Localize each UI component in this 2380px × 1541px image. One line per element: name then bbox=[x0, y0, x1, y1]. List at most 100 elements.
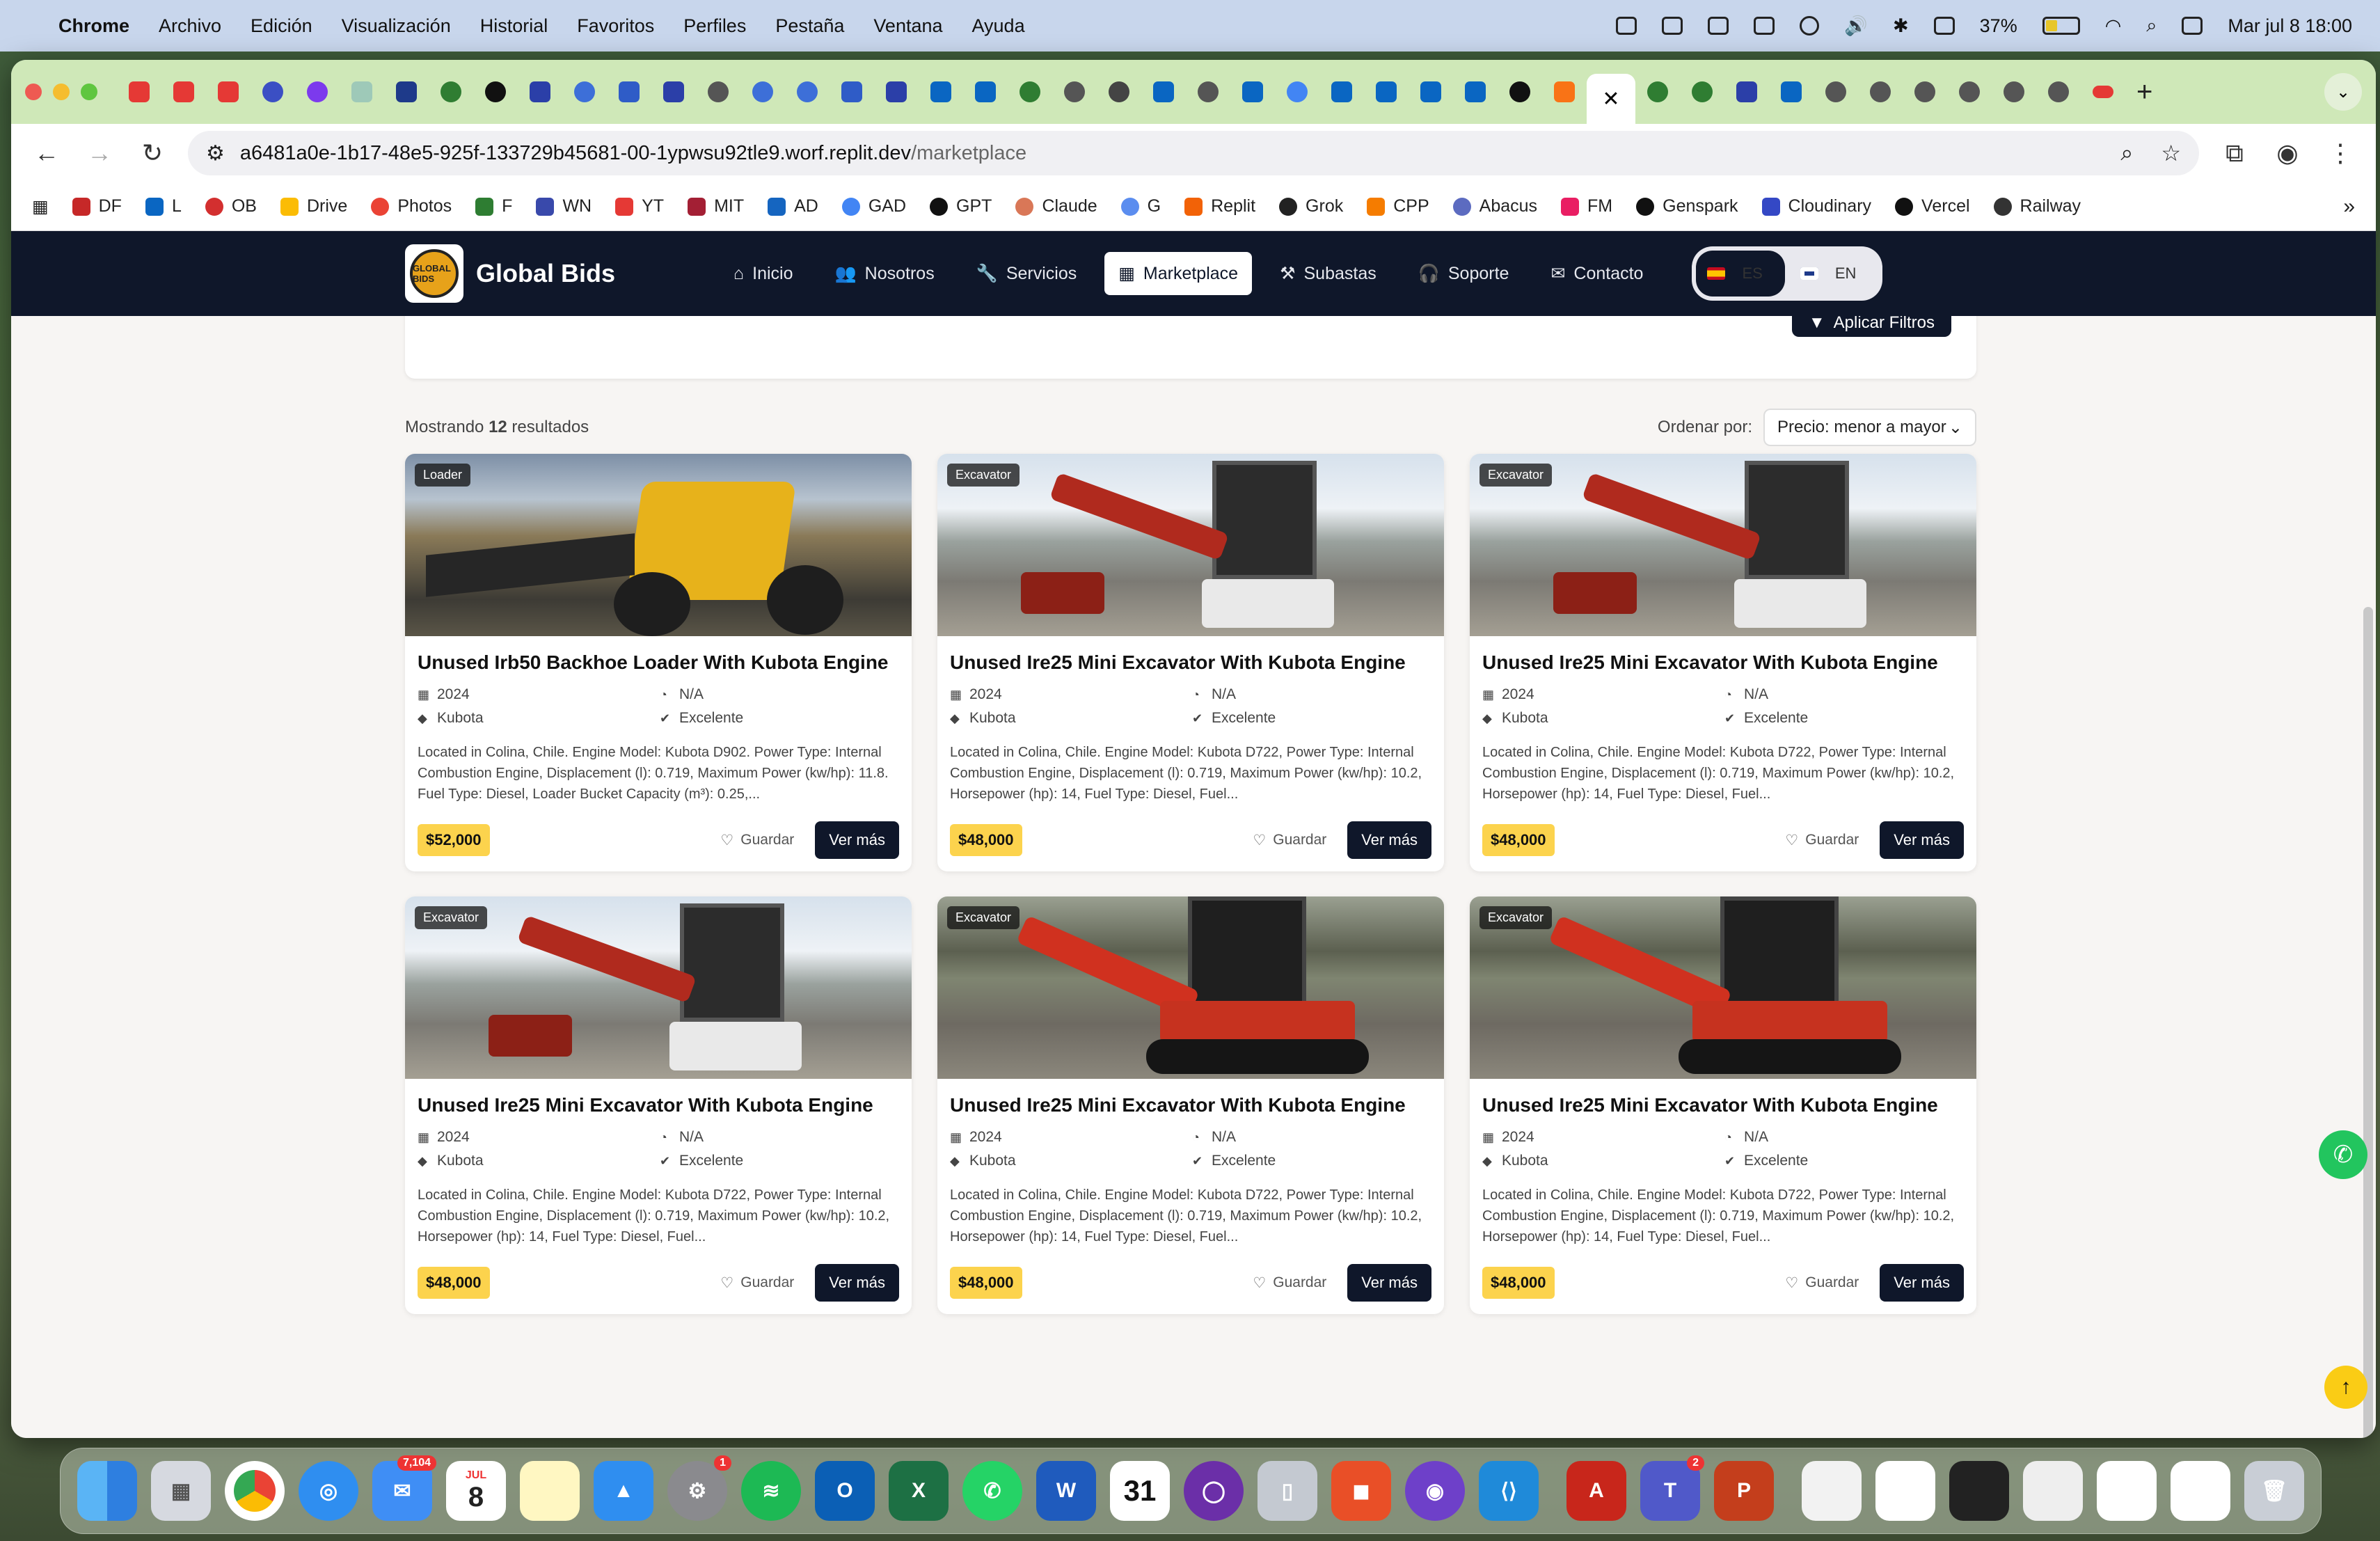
bookmark-g[interactable]: G bbox=[1120, 196, 1161, 216]
bluetooth-icon[interactable]: ✱ bbox=[1893, 15, 1909, 37]
browser-tab[interactable] bbox=[251, 72, 295, 111]
browser-tab[interactable] bbox=[295, 72, 340, 111]
product-image[interactable]: Loader bbox=[405, 454, 912, 636]
product-title[interactable]: Unused Ire25 Mini Excavator With Kubota … bbox=[418, 1094, 899, 1116]
bookmark-claude[interactable]: Claude bbox=[1015, 196, 1097, 216]
bookmark-ad[interactable]: AD bbox=[768, 196, 818, 216]
menu-ayuda[interactable]: Ayuda bbox=[972, 15, 1025, 37]
play-icon[interactable] bbox=[1800, 16, 1820, 35]
word-icon[interactable]: W bbox=[1036, 1461, 1096, 1521]
browser-tab[interactable] bbox=[1903, 72, 1947, 111]
view-more-button[interactable]: Ver más bbox=[1880, 821, 1964, 859]
page-scrollbar[interactable] bbox=[2363, 607, 2373, 1438]
save-button[interactable]: ♡ Guardar bbox=[720, 832, 794, 849]
browser-tab[interactable] bbox=[1542, 72, 1587, 111]
menu-edicion[interactable]: Edición bbox=[251, 15, 312, 37]
product-title[interactable]: Unused Irb50 Backhoe Loader With Kubota … bbox=[418, 651, 899, 674]
bookmark-photos[interactable]: Photos bbox=[371, 196, 452, 216]
sort-select[interactable]: Precio: menor a mayor ⌄ bbox=[1763, 409, 1976, 446]
bookmark-yt[interactable]: YT bbox=[615, 196, 664, 216]
spotify-icon[interactable]: ≋ bbox=[741, 1461, 801, 1521]
menu-archivo[interactable]: Archivo bbox=[159, 15, 221, 37]
product-card[interactable]: Excavator Unused Ire25 Mini Excavator Wi… bbox=[937, 896, 1444, 1314]
browser-tab[interactable] bbox=[1724, 72, 1769, 111]
browser-tab[interactable] bbox=[1230, 72, 1275, 111]
tab-search-button[interactable]: ⌄ bbox=[2324, 73, 2362, 111]
nav-contacto[interactable]: ✉ Contacto bbox=[1537, 252, 1657, 295]
browser-tab[interactable] bbox=[1498, 72, 1542, 111]
status-app-icon[interactable] bbox=[1662, 17, 1683, 35]
browser-tab[interactable] bbox=[874, 72, 919, 111]
browser-tab[interactable] bbox=[1453, 72, 1498, 111]
browser-tab[interactable] bbox=[1052, 72, 1097, 111]
nav-soporte[interactable]: 🎧 Soporte bbox=[1404, 253, 1523, 295]
browser-tab[interactable] bbox=[1680, 72, 1724, 111]
bookmark-df[interactable]: DF bbox=[72, 196, 122, 216]
minimized-window-icon[interactable] bbox=[2171, 1461, 2230, 1521]
browser-tab[interactable] bbox=[1141, 72, 1186, 111]
bookmark-drive[interactable]: Drive bbox=[280, 196, 347, 216]
browser-tab[interactable] bbox=[1635, 72, 1680, 111]
iphone-mirroring-icon[interactable]: ▯ bbox=[1258, 1461, 1317, 1521]
product-image[interactable]: Excavator bbox=[937, 896, 1444, 1079]
vscode-icon[interactable]: ⟨⟩ bbox=[1479, 1461, 1539, 1521]
bookmark-abacus[interactable]: Abacus bbox=[1452, 196, 1537, 216]
status-app-icon[interactable] bbox=[1754, 17, 1775, 35]
minimized-window-icon[interactable] bbox=[1875, 1461, 1935, 1521]
maximize-window-button[interactable] bbox=[81, 84, 97, 100]
save-button[interactable]: ♡ Guardar bbox=[1253, 832, 1326, 849]
product-image[interactable]: Excavator bbox=[1470, 896, 1976, 1079]
minimized-terminal-icon[interactable] bbox=[1949, 1461, 2009, 1521]
menu-visualizacion[interactable]: Visualización bbox=[342, 15, 451, 37]
brand[interactable]: GLOBAL BIDS Global Bids bbox=[405, 244, 615, 303]
menu-favoritos[interactable]: Favoritos bbox=[577, 15, 654, 37]
browser-tab[interactable] bbox=[1858, 72, 1903, 111]
browser-tab[interactable] bbox=[1947, 72, 1992, 111]
screen-recorder-icon[interactable]: ◯ bbox=[1184, 1461, 1244, 1521]
address-bar[interactable]: ⚙ a6481a0e-1b17-48e5-925f-133729b45681-0… bbox=[188, 131, 2199, 175]
product-title[interactable]: Unused Ire25 Mini Excavator With Kubota … bbox=[950, 1094, 1431, 1116]
browser-tab[interactable] bbox=[830, 72, 874, 111]
bookmark-fm[interactable]: FM bbox=[1561, 196, 1612, 216]
zoom-icon[interactable]: ⌕ bbox=[2120, 140, 2133, 166]
browser-tab[interactable] bbox=[1097, 72, 1141, 111]
new-tab-button[interactable]: + bbox=[2136, 77, 2152, 108]
wifi-icon[interactable]: ◠ bbox=[2105, 15, 2122, 37]
view-more-button[interactable]: Ver más bbox=[1880, 1264, 1964, 1302]
menu-app-name[interactable]: Chrome bbox=[58, 15, 129, 37]
clock[interactable]: Mar jul 8 18:00 bbox=[2228, 15, 2352, 37]
view-more-button[interactable]: Ver más bbox=[815, 1264, 899, 1302]
bookmark-replit[interactable]: Replit bbox=[1184, 196, 1255, 216]
view-more-button[interactable]: Ver más bbox=[1347, 1264, 1431, 1302]
keynote-icon[interactable]: ▲ bbox=[594, 1461, 653, 1521]
bookmark-wn[interactable]: WN bbox=[536, 196, 592, 216]
product-title[interactable]: Unused Ire25 Mini Excavator With Kubota … bbox=[1482, 1094, 1964, 1116]
status-app-icon[interactable] bbox=[1616, 17, 1637, 35]
browser-tab[interactable] bbox=[740, 72, 785, 111]
product-image[interactable]: Excavator bbox=[1470, 454, 1976, 636]
apps-grid-icon[interactable]: ▦ bbox=[32, 196, 49, 217]
scroll-top-button[interactable]: ↑ bbox=[2324, 1366, 2367, 1409]
product-card[interactable]: Excavator Unused Ire25 Mini Excavator Wi… bbox=[405, 896, 912, 1314]
browser-tab[interactable] bbox=[2036, 72, 2081, 111]
product-card[interactable]: Excavator Unused Ire25 Mini Excavator Wi… bbox=[1470, 454, 1976, 871]
browser-tab[interactable] bbox=[963, 72, 1008, 111]
battery-icon[interactable] bbox=[2042, 17, 2080, 35]
browser-tab[interactable] bbox=[607, 72, 651, 111]
browser-tab[interactable] bbox=[1008, 72, 1052, 111]
nav-servicios[interactable]: 🔧 Servicios bbox=[962, 253, 1091, 295]
more-bookmarks-icon[interactable]: » bbox=[2343, 195, 2355, 219]
outlook-icon[interactable]: O bbox=[815, 1461, 875, 1521]
calendar31-icon[interactable]: 31 bbox=[1110, 1461, 1170, 1521]
browser-tab[interactable] bbox=[919, 72, 963, 111]
whatsapp-button[interactable]: ✆ bbox=[2319, 1130, 2367, 1179]
nav-nosotros[interactable]: 👥 Nosotros bbox=[821, 253, 949, 295]
back-icon[interactable]: ← bbox=[29, 139, 64, 168]
app-icon[interactable]: ◼ bbox=[1331, 1461, 1391, 1521]
lang-es-button[interactable]: ES bbox=[1696, 251, 1785, 297]
bookmark-gpt[interactable]: GPT bbox=[930, 196, 992, 216]
browser-tab[interactable] bbox=[2081, 72, 2125, 111]
browser-tab[interactable] bbox=[1769, 72, 1814, 111]
chrome-icon[interactable] bbox=[225, 1461, 285, 1521]
save-button[interactable]: ♡ Guardar bbox=[720, 1274, 794, 1292]
